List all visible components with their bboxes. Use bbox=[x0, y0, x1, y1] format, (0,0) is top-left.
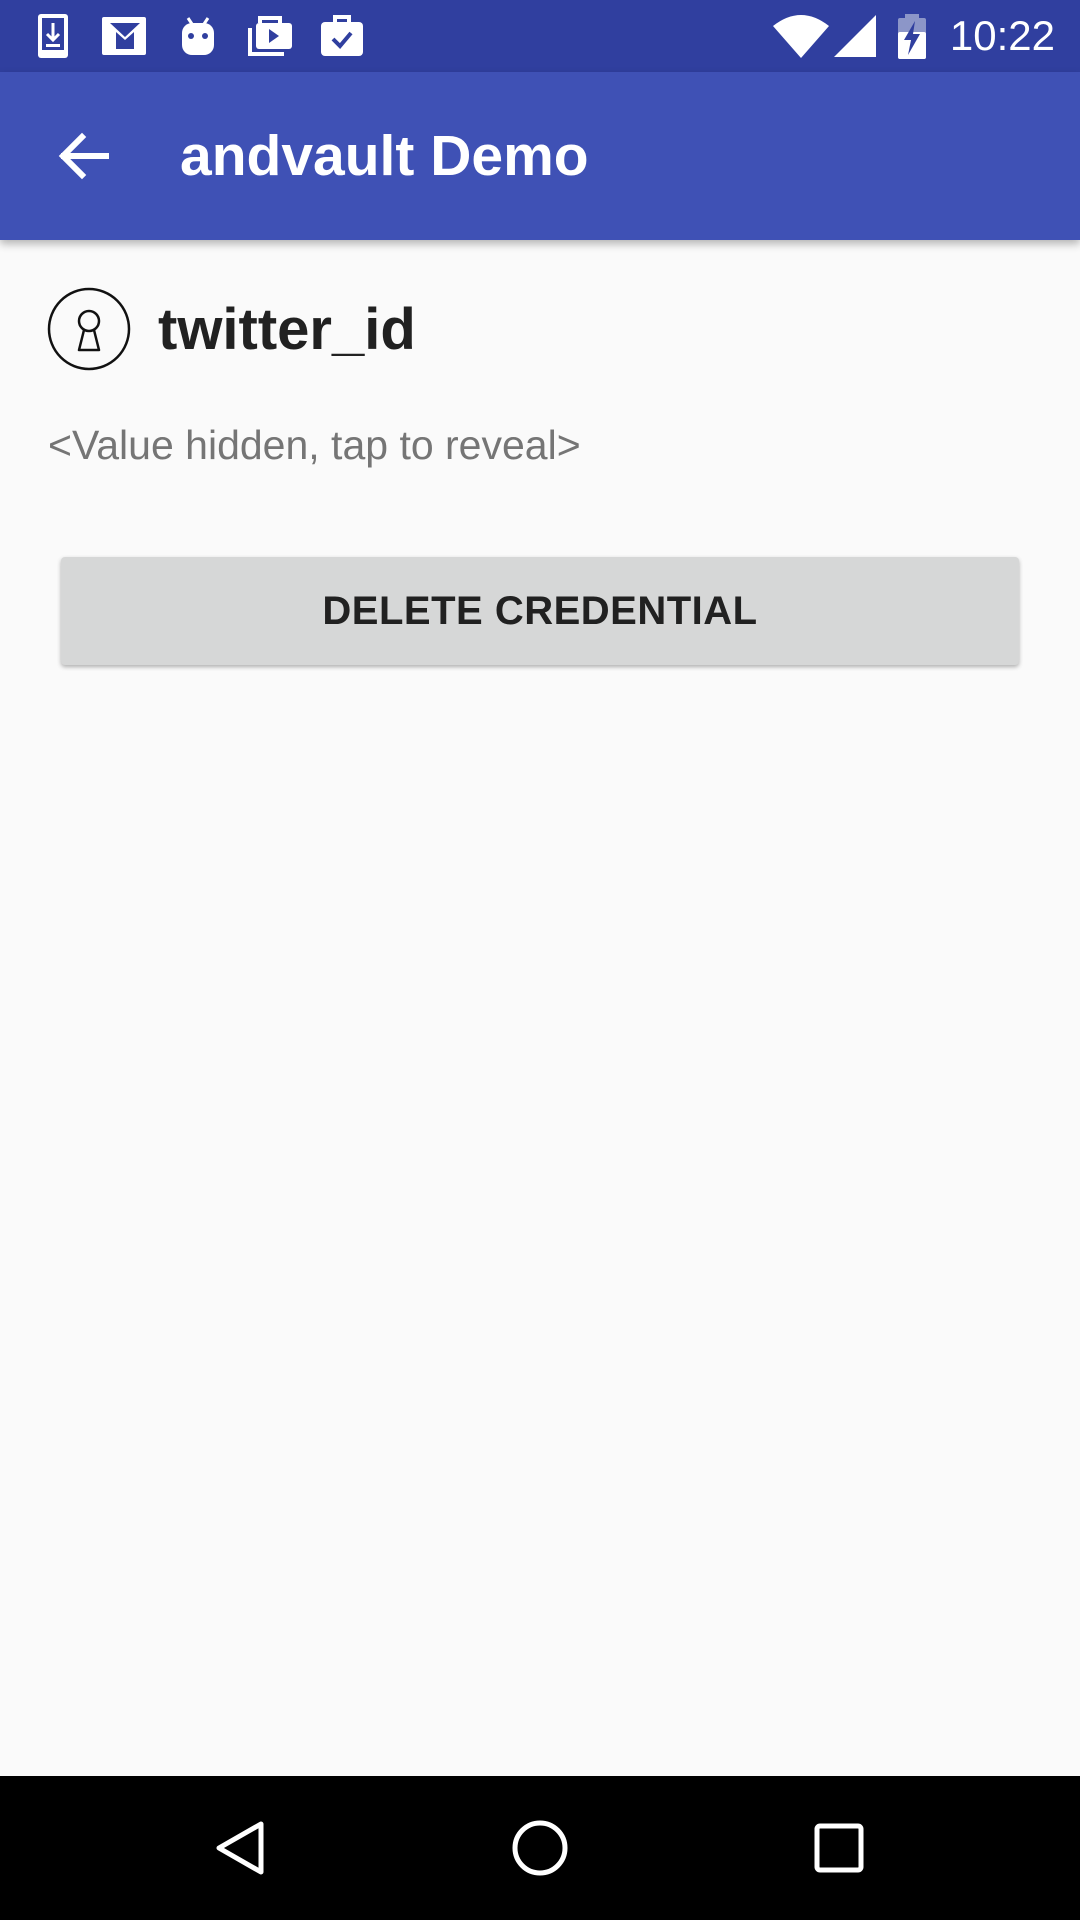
back-arrow-icon bbox=[58, 132, 109, 180]
back-icon bbox=[216, 1821, 264, 1875]
nav-back-button[interactable] bbox=[193, 1800, 289, 1896]
recents-icon bbox=[814, 1823, 864, 1873]
home-icon bbox=[512, 1820, 568, 1876]
gmail-icon bbox=[102, 17, 146, 55]
wifi-icon bbox=[773, 15, 829, 58]
keyhole-icon bbox=[47, 287, 131, 371]
credential-name: twitter_id bbox=[158, 296, 416, 362]
credential-header: twitter_id bbox=[46, 286, 416, 372]
back-button[interactable] bbox=[36, 108, 132, 204]
app-title: andvault Demo bbox=[180, 124, 589, 188]
status-time: 10:22 bbox=[949, 12, 1055, 59]
status-bar: 10:22 bbox=[0, 0, 1080, 72]
app-bar: andvault Demo bbox=[0, 72, 1080, 240]
play-store-icon bbox=[248, 16, 292, 56]
download-notification-icon bbox=[38, 14, 68, 58]
battery-charging-icon bbox=[898, 14, 926, 59]
work-briefcase-icon bbox=[321, 15, 363, 56]
android-icon bbox=[182, 17, 214, 55]
navigation-bar bbox=[0, 1776, 1080, 1920]
nav-recents-button[interactable] bbox=[791, 1800, 887, 1896]
delete-credential-button[interactable]: DELETE CREDENTIAL bbox=[61, 557, 1019, 665]
credential-value-hidden[interactable]: <Value hidden, tap to reveal> bbox=[48, 422, 581, 469]
nav-home-button[interactable] bbox=[492, 1800, 588, 1896]
signal-icon bbox=[834, 15, 876, 57]
